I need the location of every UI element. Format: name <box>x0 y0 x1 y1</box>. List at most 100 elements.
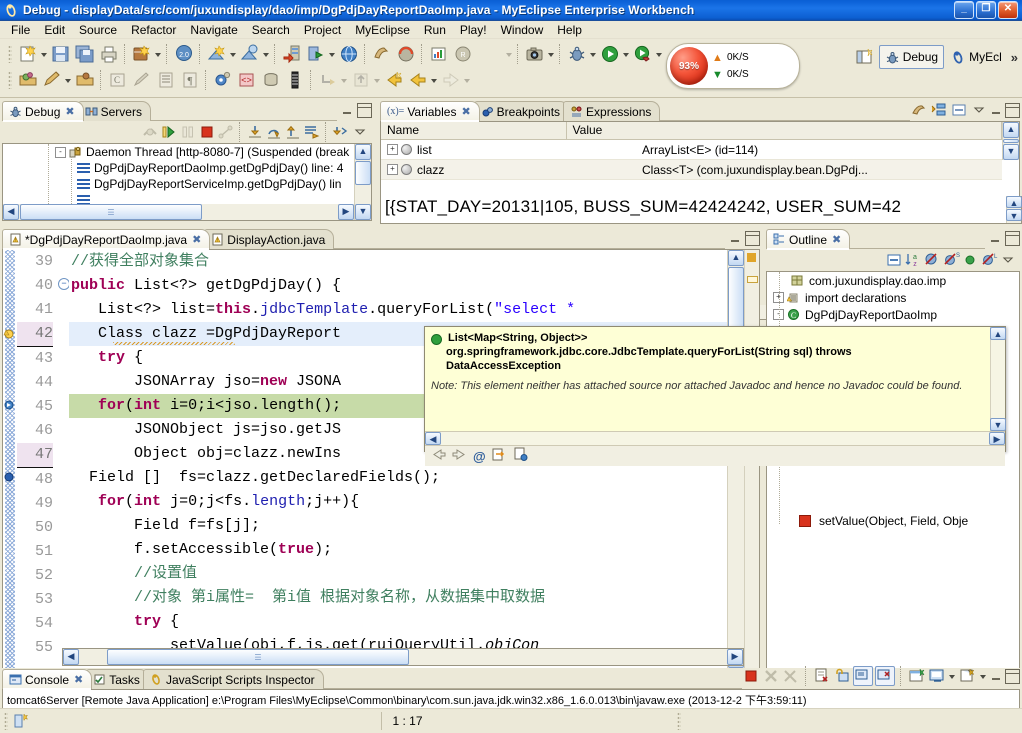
menu-search[interactable]: Search <box>245 22 297 38</box>
refresh-rollback-icon[interactable] <box>395 43 417 65</box>
ruler-icon[interactable] <box>284 69 306 91</box>
forward-back-icon[interactable] <box>407 69 429 91</box>
disconnect-all-icon[interactable] <box>217 123 235 141</box>
variables-view-menu-icon[interactable] <box>970 101 988 119</box>
back-arrow-icon[interactable] <box>431 447 446 465</box>
menu-window[interactable]: Window <box>494 22 551 38</box>
editor-scroll-left-button[interactable]: ◀ <box>63 649 79 665</box>
run-server-dropdown-icon[interactable] <box>328 43 337 65</box>
comment-toggle-icon[interactable]: C <box>107 69 129 91</box>
hover-scroll-down-button[interactable]: ▼ <box>990 418 1006 431</box>
open-perspective-icon[interactable] <box>854 46 876 68</box>
remove-all-terminated-icon[interactable] <box>782 667 800 685</box>
outline-row-class[interactable]: - C DgPdjDayReportDaoImp <box>767 306 1019 323</box>
back-history-icon[interactable] <box>383 69 405 91</box>
view-menu-icon[interactable] <box>351 123 369 141</box>
deploy-dropdown-icon[interactable] <box>229 43 238 65</box>
detail-vscrollbar[interactable]: ▲ ▼ <box>1006 196 1021 223</box>
scroll-lock-icon[interactable] <box>833 667 851 685</box>
debug-scroll-down-button[interactable]: ▼ <box>355 204 371 220</box>
hide-local-types-icon[interactable]: L <box>980 251 998 269</box>
expander-icon[interactable]: + <box>387 164 398 175</box>
tab-debug-close-icon[interactable]: ✖ <box>65 105 74 118</box>
tab-console-close-icon[interactable]: ✖ <box>74 673 83 686</box>
debug-scroll-up-button[interactable]: ▲ <box>355 144 371 160</box>
terminate-icon[interactable] <box>198 123 216 141</box>
hover-scroll-up-button[interactable]: ▲ <box>990 327 1006 340</box>
step-into-icon[interactable] <box>246 123 264 141</box>
remove-launch-icon[interactable] <box>762 667 780 685</box>
build-gear-icon[interactable] <box>212 69 234 91</box>
tab-debug[interactable]: Debug ✖ <box>2 101 84 121</box>
column-header-name[interactable]: Name <box>381 122 567 139</box>
toolbar-grip-2[interactable] <box>8 71 12 89</box>
new-console-view-icon[interactable] <box>959 667 977 685</box>
hover-vscrollbar[interactable]: ▲ ▼ <box>990 327 1005 431</box>
at-icon[interactable]: @ <box>473 449 486 464</box>
new-java-package-icon[interactable] <box>131 43 153 65</box>
debug-dropdown-icon[interactable] <box>589 43 598 65</box>
step-return-dim-icon[interactable] <box>317 69 339 91</box>
external-tools-dropdown-icon[interactable] <box>655 43 664 65</box>
deploy-icon[interactable] <box>206 43 228 65</box>
search-dropdown-icon[interactable] <box>64 69 73 91</box>
variables-minimize-icon[interactable] <box>990 104 1003 117</box>
tab-outline-close-icon[interactable]: ✖ <box>832 233 841 246</box>
run-server-icon[interactable] <box>305 43 327 65</box>
variables-vscroll-thumb[interactable] <box>1003 139 1019 143</box>
editor-scroll-up-button[interactable]: ▲ <box>728 250 744 266</box>
menu-myeclipse[interactable]: MyEclipse <box>348 22 417 38</box>
tab-console[interactable]: Console ✖ <box>2 669 92 689</box>
tab-expressions[interactable]: Expressions <box>563 101 660 121</box>
menu-navigate[interactable]: Navigate <box>183 22 244 38</box>
screenshot-icon[interactable] <box>524 43 546 65</box>
save-all-icon[interactable] <box>74 43 96 65</box>
server-start-icon[interactable] <box>281 43 303 65</box>
tab-servers[interactable]: Servers <box>78 101 151 121</box>
toolbar-grip[interactable] <box>8 45 12 63</box>
up-arrow-dim-icon[interactable] <box>350 69 372 91</box>
new-java-dropdown-icon[interactable] <box>154 43 163 65</box>
run-dropdown-icon[interactable] <box>622 43 631 65</box>
show-logical-structure-icon[interactable] <box>910 101 928 119</box>
menu-edit[interactable]: Edit <box>37 22 72 38</box>
debug-scroll-right-button[interactable]: ▶ <box>338 204 354 220</box>
display-selected-console-icon[interactable] <box>875 666 895 686</box>
pilcrow-icon[interactable]: ¶ <box>179 69 201 91</box>
collapse-all-icon[interactable] <box>885 251 903 269</box>
menu-project[interactable]: Project <box>297 22 348 38</box>
search-pencil-icon[interactable] <box>41 69 63 91</box>
forward-arrow-icon[interactable] <box>452 447 467 465</box>
tree-row-frame-2[interactable]: DgPdjDayReportServiceImp.getDgPdjDay() l… <box>3 176 354 192</box>
variables-scroll-down-button[interactable]: ▼ <box>1003 144 1019 160</box>
disconnect-icon[interactable] <box>141 123 159 141</box>
new-console-dropdown-icon[interactable] <box>979 665 988 687</box>
tree-row-frame-1[interactable]: DgPdjDayReportDaoImp.getDgPdjDay() line:… <box>3 160 354 176</box>
console-minimize-icon[interactable] <box>990 670 1003 683</box>
variables-scroll-up-button[interactable]: ▲ <box>1003 122 1019 138</box>
menu-refactor[interactable]: Refactor <box>124 22 183 38</box>
open-resource-icon[interactable] <box>74 69 96 91</box>
open-type-icon[interactable] <box>17 69 39 91</box>
database-icon[interactable] <box>260 69 282 91</box>
hover-scroll-right-button[interactable]: ▶ <box>989 432 1005 445</box>
variable-detail-text[interactable]: [{STAT_DAY=20131|105, BUSS_SUM=42424242,… <box>381 196 1006 223</box>
step-return-icon[interactable] <box>284 123 302 141</box>
open-attached-javadoc-icon[interactable] <box>513 447 528 465</box>
perspective-more-icon[interactable]: » <box>1009 50 1020 65</box>
editor-folding-column[interactable]: − <box>57 250 69 668</box>
myeclipse-db-icon[interactable] <box>371 43 393 65</box>
expander-icon[interactable]: + <box>387 144 398 155</box>
run-icon[interactable] <box>599 43 621 65</box>
expander-collapse-icon[interactable]: - <box>55 147 66 158</box>
editor-maximize-icon[interactable] <box>745 231 760 246</box>
tab-displayaction[interactable]: ! DisplayAction.java <box>204 229 334 249</box>
restore-button[interactable]: ❐ <box>976 1 996 19</box>
table-row[interactable]: + list ArrayList<E> (id=114) <box>381 140 1002 160</box>
debug-bug-icon[interactable] <box>566 43 588 65</box>
report-icon[interactable] <box>428 43 450 65</box>
editor-scroll-right-button[interactable]: ▶ <box>727 649 743 665</box>
tab-editor-1-close-icon[interactable]: ✖ <box>192 233 201 246</box>
drop-to-frame-icon[interactable] <box>303 123 321 141</box>
forward-history-icon[interactable] <box>440 69 462 91</box>
